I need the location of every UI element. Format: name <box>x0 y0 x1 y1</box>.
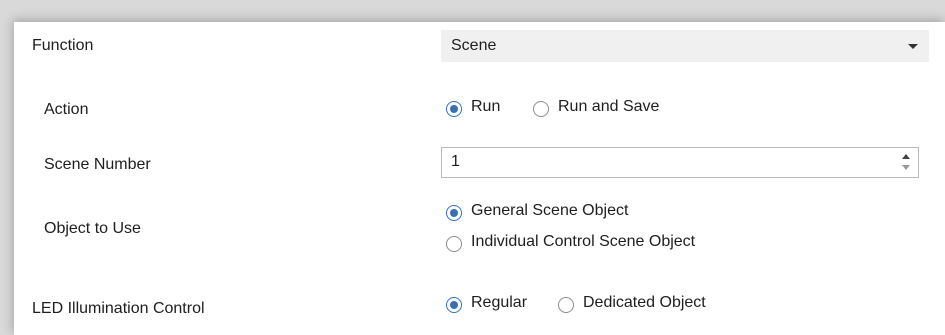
action-label: Action <box>44 101 89 118</box>
chevron-down-icon[interactable] <box>908 44 918 49</box>
scene-number-value[interactable]: 1 <box>451 153 460 171</box>
action-run-label[interactable]: Run <box>471 98 500 116</box>
led-dedicated-object-label[interactable]: Dedicated Object <box>583 294 706 312</box>
action-run-and-save-label[interactable]: Run and Save <box>558 98 659 116</box>
led-illumination-control-label: LED Illumination Control <box>32 300 205 317</box>
object-to-use-label: Object to Use <box>44 220 141 237</box>
led-dedicated-object-radio[interactable] <box>558 297 574 313</box>
spin-up-icon[interactable] <box>902 154 910 159</box>
scene-number-stepper[interactable]: 1 <box>441 147 919 178</box>
function-label: Function <box>32 37 94 54</box>
function-dropdown-value: Scene <box>451 37 497 54</box>
general-scene-object-radio[interactable] <box>446 205 462 221</box>
individual-control-scene-object-label[interactable]: Individual Control Scene Object <box>471 233 695 251</box>
action-run-and-save-radio[interactable] <box>533 101 549 117</box>
general-scene-object-label[interactable]: General Scene Object <box>471 202 628 220</box>
action-run-radio[interactable] <box>446 101 462 117</box>
individual-control-scene-object-radio[interactable] <box>446 236 462 252</box>
parameters-panel: Function Scene Action Run Run and Save S… <box>14 22 945 335</box>
function-dropdown[interactable]: Scene <box>441 30 929 62</box>
led-regular-label[interactable]: Regular <box>471 294 527 312</box>
led-regular-radio[interactable] <box>446 297 462 313</box>
scene-number-label: Scene Number <box>44 156 151 173</box>
spin-down-icon[interactable] <box>902 165 910 170</box>
